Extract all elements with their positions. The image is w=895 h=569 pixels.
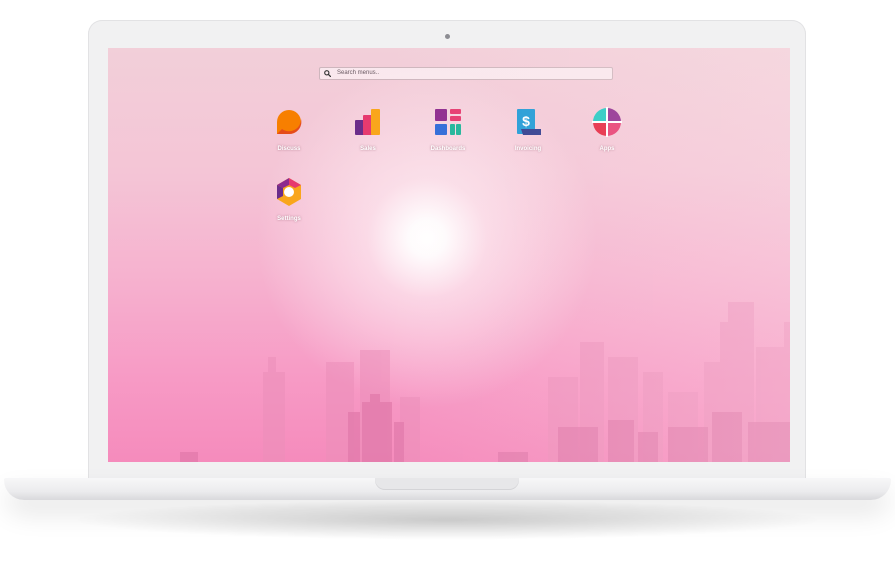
- app-label: Apps: [599, 146, 615, 152]
- app-apps[interactable]: Apps: [577, 107, 637, 152]
- svg-text:$: $: [522, 113, 530, 129]
- app-label: Settings: [277, 216, 301, 222]
- app-label: Sales: [360, 146, 376, 152]
- search-input[interactable]: Search menus..: [337, 68, 379, 79]
- city-skyline: [180, 302, 790, 462]
- laptop-shadow: [70, 500, 825, 540]
- sales-icon: [355, 109, 380, 135]
- desktop-screen: Search menus.. Discuss Sales Dashboards: [108, 48, 790, 462]
- app-sales[interactable]: Sales: [338, 107, 398, 152]
- search-bar[interactable]: Search menus..: [319, 67, 613, 80]
- laptop-opening-notch: [375, 478, 519, 490]
- app-label: Dashboards: [430, 146, 466, 152]
- invoicing-icon: $: [517, 109, 541, 135]
- app-invoicing[interactable]: $ Invoicing: [498, 107, 558, 152]
- app-discuss[interactable]: Discuss: [259, 107, 319, 152]
- app-label: Invoicing: [514, 146, 542, 152]
- app-label: Discuss: [277, 146, 301, 152]
- search-icon: [324, 69, 334, 79]
- app-settings[interactable]: Settings: [259, 177, 319, 222]
- app-dashboards[interactable]: Dashboards: [418, 107, 478, 152]
- settings-icon: [277, 178, 301, 206]
- discuss-icon: [277, 110, 302, 135]
- dashboards-icon: [435, 109, 461, 135]
- webcam: [445, 34, 450, 39]
- apps-icon: [592, 107, 622, 137]
